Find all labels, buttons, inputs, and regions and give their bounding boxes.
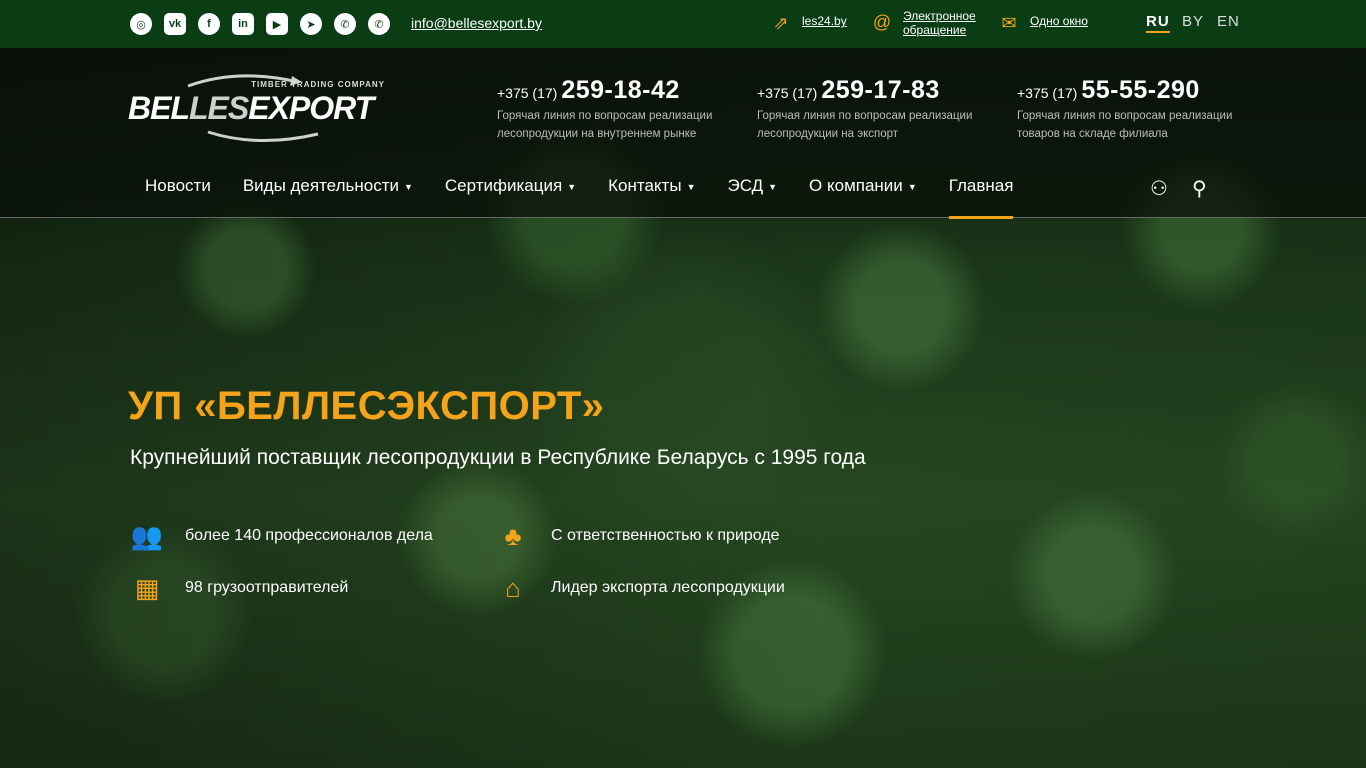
social-links: ◎ vk f in ▶ ➤ ✆ ✆ <box>130 13 390 35</box>
phone-warehouse-number[interactable]: +375 (17) 55-55-290 <box>1017 76 1247 105</box>
facebook-icon[interactable]: f <box>198 13 220 35</box>
linkedin-icon[interactable]: in <box>232 13 254 35</box>
whatsapp-icon[interactable]: ✆ <box>368 13 390 35</box>
youtube-icon[interactable]: ▶ <box>266 13 288 35</box>
lang-ru[interactable]: RU <box>1146 13 1170 33</box>
nav-about[interactable]: О компании ▼ <box>809 176 917 196</box>
feature-nature: ♣ С ответственностью к природе <box>495 520 779 552</box>
one-window-label[interactable]: Одно окно <box>1030 14 1088 28</box>
feature-leader: ⌂ Лидер экспорта лесопродукции <box>495 572 785 604</box>
email-link[interactable]: info@bellesexport.by <box>411 15 542 31</box>
nav-contacts[interactable]: Контакты ▼ <box>608 176 695 196</box>
hero-subtitle: Крупнейший поставщик лесопродукции в Рес… <box>130 446 866 469</box>
logo-tagline: TIMBER TRADING COMPANY <box>251 80 385 89</box>
caret-down-icon: ▼ <box>686 181 696 192</box>
feature-professionals: 👥 более 140 профессионалов дела <box>130 520 433 551</box>
export-house-icon: ⌂ <box>505 572 521 603</box>
phone-export-desc: Горячая линия по вопросам реализации лес… <box>757 110 973 140</box>
at-icon: @ <box>872 12 892 32</box>
main-nav: Новости Виды деятельности ▼ Сертификация ▼… <box>145 176 1013 219</box>
phone-warehouse: +375 (17) 55-55-290 Горячая линия по вопр… <box>1017 76 1247 143</box>
nav-home[interactable]: Главная <box>948 176 1013 219</box>
phone-domestic: +375 (17) 259-18-42 Горячая линия по вопр… <box>497 76 727 143</box>
les24-link-label[interactable]: les24.by <box>802 14 847 28</box>
one-window-link[interactable]: ✉ Одно окно <box>998 13 1088 33</box>
header-tools: ⚇ ⚲ <box>1150 176 1207 201</box>
logo-wordmark: BELLESEXPORT <box>128 90 374 126</box>
phone-export: +375 (17) 259-17-83 Горячая линия по вопр… <box>757 76 987 143</box>
lang-by[interactable]: BY <box>1182 13 1204 30</box>
tree-icon: ♣ <box>504 520 522 551</box>
vk-icon[interactable]: vk <box>164 13 186 35</box>
les24-link[interactable]: ⇗ les24.by <box>770 13 847 33</box>
caret-down-icon: ▼ <box>907 181 917 192</box>
external-link-icon: ⇗ <box>773 13 789 33</box>
appeal-link-label[interactable]: Электронное обращение <box>903 9 976 37</box>
nav-news[interactable]: Новости <box>145 176 211 196</box>
caret-down-icon: ▼ <box>403 181 413 192</box>
accessibility-glasses-icon[interactable]: ⚇ <box>1150 176 1168 201</box>
top-bar: ◎ vk f in ▶ ➤ ✆ ✆ info@bellesexport.by ⇗… <box>0 0 1366 48</box>
caret-down-icon: ▼ <box>567 181 577 192</box>
viber-icon[interactable]: ✆ <box>334 13 356 35</box>
telegram-icon[interactable]: ➤ <box>300 13 322 35</box>
instagram-icon[interactable]: ◎ <box>130 13 152 35</box>
appeal-link[interactable]: @ Электронное обращение <box>871 9 976 37</box>
nav-certification[interactable]: Сертификация ▼ <box>445 176 576 196</box>
caret-down-icon: ▼ <box>768 181 778 192</box>
phone-domestic-number[interactable]: +375 (17) 259-18-42 <box>497 76 727 105</box>
lang-en[interactable]: EN <box>1217 13 1240 30</box>
people-group-icon: 👥 <box>130 520 164 551</box>
nav-activities[interactable]: Виды деятельности ▼ <box>243 176 413 196</box>
nav-esd[interactable]: ЭСД ▼ <box>727 176 777 196</box>
hero-title: УП «БЕЛЛЕСЭКСПОРТ» <box>128 384 605 428</box>
phone-domestic-desc: Горячая линия по вопросам реализации лес… <box>497 110 713 140</box>
phone-warehouse-desc: Горячая линия по вопросам реализации тов… <box>1017 110 1233 140</box>
mail-forward-icon: ✉ <box>1001 13 1017 33</box>
feature-shippers: ▦ 98 грузоотправителей <box>129 572 349 604</box>
logo[interactable]: TIMBER TRADING COMPANY BELLESEXPORT <box>128 72 388 144</box>
building-icon: ▦ <box>134 572 160 603</box>
phone-export-number[interactable]: +375 (17) 259-17-83 <box>757 76 987 105</box>
search-icon[interactable]: ⚲ <box>1192 176 1207 201</box>
